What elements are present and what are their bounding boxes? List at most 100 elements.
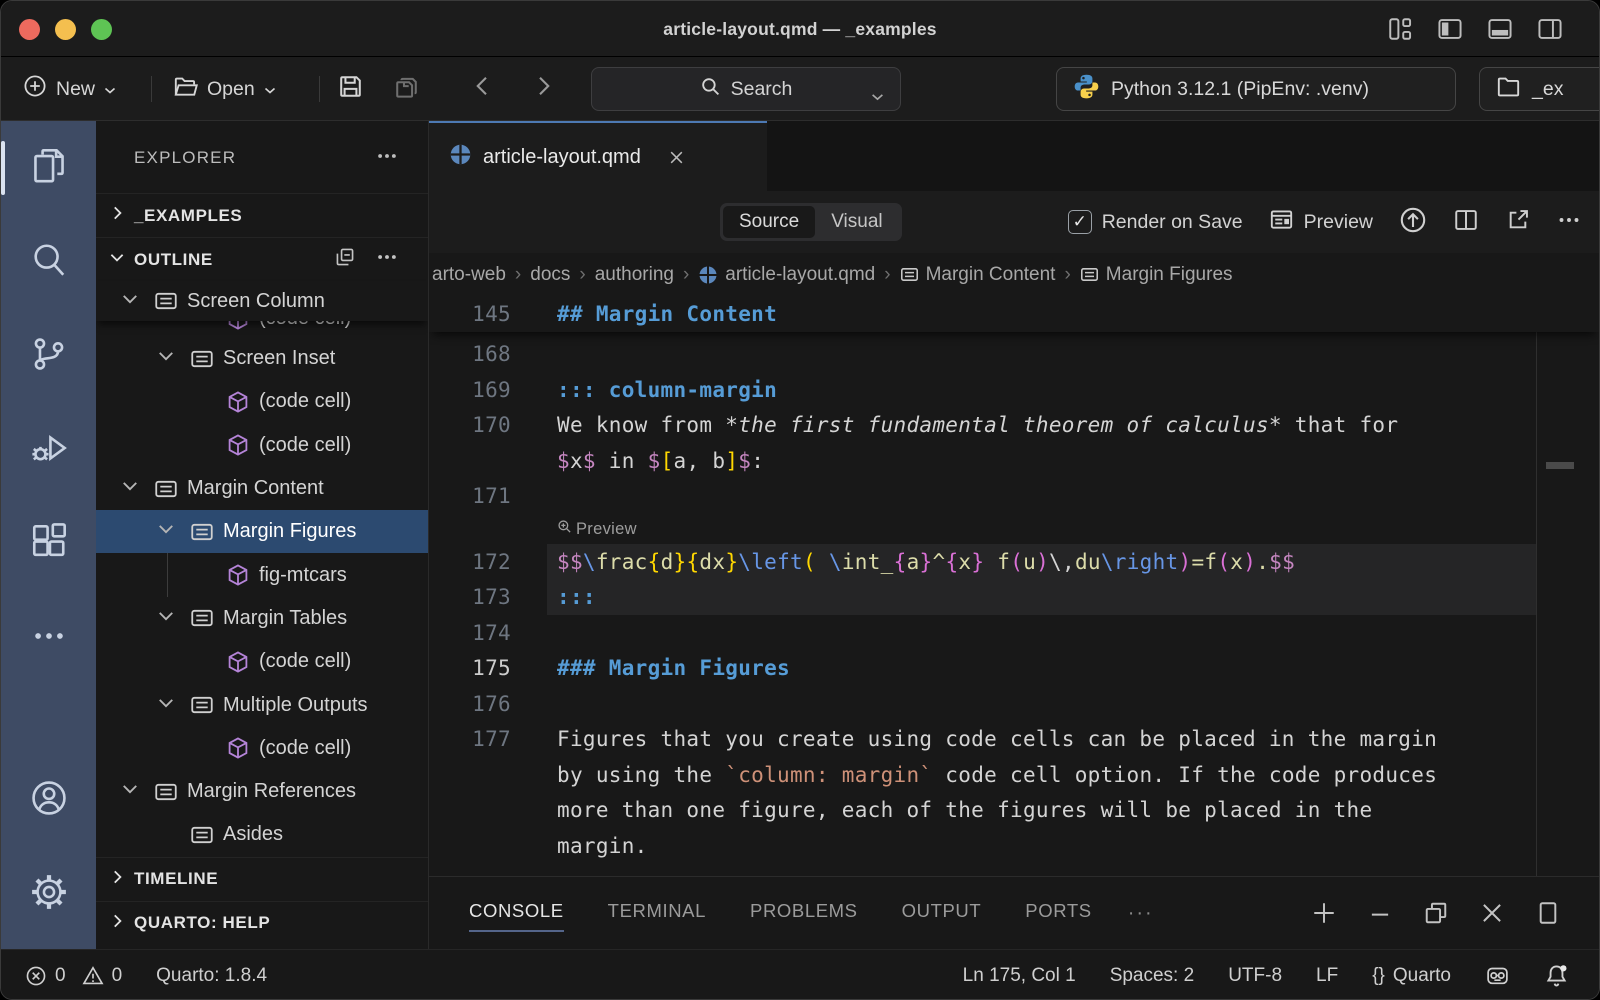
encoding-status[interactable]: UTF-8 bbox=[1228, 965, 1282, 987]
outline-item[interactable]: (code cell) bbox=[96, 727, 428, 770]
cursor-position-status[interactable]: Ln 175, Col 1 bbox=[963, 965, 1076, 987]
new-button[interactable]: New bbox=[23, 57, 116, 121]
save-all-button[interactable] bbox=[393, 57, 420, 121]
language-mode-status[interactable]: {} Quarto bbox=[1372, 965, 1451, 987]
math-preview-lens[interactable]: Preview bbox=[547, 519, 1536, 539]
outline-item[interactable]: Multiple Outputs bbox=[96, 683, 428, 726]
minimize-icon[interactable] bbox=[1367, 900, 1393, 926]
run-debug-icon bbox=[30, 429, 68, 472]
open-button[interactable]: Open bbox=[173, 57, 276, 121]
notifications-bell-icon[interactable] bbox=[1544, 963, 1569, 988]
activity-account[interactable] bbox=[1, 753, 96, 847]
outline-item[interactable]: (code cell) bbox=[96, 321, 428, 337]
toggle-secondary-sidebar-icon[interactable] bbox=[1537, 16, 1563, 42]
workspace-folder-button[interactable]: _ex bbox=[1479, 67, 1600, 111]
render-document-icon[interactable] bbox=[1399, 206, 1427, 239]
interpreter-selector[interactable]: Python 3.12.1 (PipEnv: .venv) bbox=[1056, 67, 1456, 111]
collapse-all-icon[interactable] bbox=[334, 246, 356, 273]
search-input[interactable]: Search bbox=[591, 67, 901, 111]
settings-icon bbox=[30, 873, 68, 916]
section-symbol-icon bbox=[154, 477, 178, 501]
problems-indicator[interactable]: 0 0 bbox=[25, 965, 122, 987]
open-external-icon[interactable] bbox=[1505, 207, 1531, 238]
line-number: 172 bbox=[429, 550, 547, 574]
outline-item[interactable]: fig-mtcars bbox=[96, 553, 428, 596]
sidebar-section-outline[interactable]: OUTLINE bbox=[96, 237, 428, 281]
code-editor[interactable]: 145## Margin Content168169::: column-mar… bbox=[429, 296, 1599, 876]
navigate-back-button[interactable] bbox=[471, 57, 495, 121]
breadcrumb-item[interactable]: arto-web bbox=[432, 264, 506, 286]
account-icon bbox=[30, 779, 68, 822]
activity-search[interactable] bbox=[1, 215, 96, 309]
save-button[interactable] bbox=[337, 57, 364, 121]
source-mode-button[interactable]: Source bbox=[723, 206, 815, 238]
outline-item[interactable]: (code cell) bbox=[96, 640, 428, 683]
titlebar: article-layout.qmd — _examples bbox=[1, 1, 1599, 57]
chevron-down-icon[interactable] bbox=[871, 85, 884, 108]
panel-tab-ports[interactable]: PORTS bbox=[1025, 894, 1091, 932]
outline-item[interactable]: Asides bbox=[96, 813, 428, 856]
code-line: $x$ in $[a, b]$: bbox=[429, 443, 1599, 479]
editor-tab-bar: article-layout.qmd bbox=[429, 121, 1599, 191]
sidebar-section-timeline[interactable]: TIMELINE bbox=[96, 857, 428, 901]
code-line: 174 bbox=[429, 615, 1599, 651]
close-tab-icon[interactable] bbox=[668, 149, 685, 166]
sidebar-section-examples[interactable]: _EXAMPLES bbox=[96, 193, 428, 237]
render-on-save-toggle[interactable]: ✓ Render on Save bbox=[1068, 210, 1243, 234]
breadcrumb-item[interactable]: docs bbox=[530, 264, 570, 286]
activity-extensions[interactable] bbox=[1, 497, 96, 591]
feedback-icon[interactable] bbox=[1485, 963, 1510, 988]
outline-item[interactable]: Margin References bbox=[96, 770, 428, 813]
section-symbol-icon bbox=[154, 780, 178, 804]
more-icon bbox=[30, 617, 68, 660]
activity-source-control[interactable] bbox=[1, 309, 96, 403]
code-line: 172$$\frac{d}{dx}\left( \int_{a}^{x} f(u… bbox=[429, 544, 1599, 580]
breadcrumb-item[interactable]: article-layout.qmd bbox=[698, 264, 875, 286]
split-editor-icon[interactable] bbox=[1453, 207, 1479, 238]
quarto-version-status[interactable]: Quarto: 1.8.4 bbox=[156, 965, 267, 987]
panel-tab-problems[interactable]: PROBLEMS bbox=[750, 894, 858, 932]
outline-item[interactable]: Margin Tables bbox=[96, 597, 428, 640]
more-actions-icon[interactable] bbox=[1557, 208, 1581, 237]
customize-layout-icon[interactable] bbox=[1387, 16, 1413, 42]
activity-files[interactable] bbox=[1, 121, 96, 215]
indentation-status[interactable]: Spaces: 2 bbox=[1110, 965, 1195, 987]
add-icon[interactable] bbox=[1311, 900, 1337, 926]
toggle-panel-icon[interactable] bbox=[1487, 16, 1513, 42]
outline-item[interactable]: Margin Content bbox=[96, 467, 428, 510]
visual-mode-button[interactable]: Visual bbox=[815, 206, 898, 238]
close-icon[interactable] bbox=[1479, 900, 1505, 926]
maximize-panel-icon[interactable] bbox=[1535, 900, 1561, 926]
activity-run-debug[interactable] bbox=[1, 403, 96, 497]
editor-scrollbar[interactable] bbox=[1536, 296, 1599, 876]
toggle-sidebar-icon[interactable] bbox=[1437, 16, 1463, 42]
panel-tab-terminal[interactable]: TERMINAL bbox=[608, 894, 706, 932]
line-number: 176 bbox=[429, 692, 547, 716]
outline-item[interactable]: (code cell) bbox=[96, 424, 428, 467]
panel-tab-output[interactable]: OUTPUT bbox=[902, 894, 982, 932]
code-line: 145## Margin Content bbox=[429, 296, 1599, 332]
editor-tab[interactable]: article-layout.qmd bbox=[429, 121, 767, 191]
section-symbol-icon bbox=[190, 347, 214, 371]
breadcrumb-item[interactable]: Margin Figures bbox=[1080, 264, 1233, 286]
outline-item[interactable]: Screen Column bbox=[96, 281, 428, 321]
breadcrumb-item[interactable]: Margin Content bbox=[900, 264, 1056, 286]
eol-status[interactable]: LF bbox=[1316, 965, 1338, 987]
sidebar-section-quarto-help[interactable]: QUARTO: HELP bbox=[96, 901, 428, 945]
more-actions-icon[interactable] bbox=[376, 246, 398, 273]
section-symbol-icon bbox=[190, 606, 214, 630]
activity-settings[interactable] bbox=[1, 847, 96, 941]
chevron-down-icon bbox=[156, 693, 176, 718]
navigate-forward-button[interactable] bbox=[531, 57, 555, 121]
more-actions-icon[interactable] bbox=[376, 145, 398, 172]
preview-button[interactable]: Preview bbox=[1269, 207, 1373, 238]
restore-icon[interactable] bbox=[1423, 900, 1449, 926]
activity-more[interactable] bbox=[1, 591, 96, 685]
outline-item[interactable]: (code cell) bbox=[96, 380, 428, 423]
breadcrumb-item[interactable]: authoring bbox=[595, 264, 674, 286]
more-panel-tabs-icon[interactable]: ··· bbox=[1128, 902, 1154, 925]
code-line: 169::: column-margin bbox=[429, 372, 1599, 408]
panel-tab-console[interactable]: CONSOLE bbox=[469, 894, 564, 932]
outline-item[interactable]: Screen Inset bbox=[96, 337, 428, 380]
outline-item[interactable]: Margin Figures bbox=[96, 510, 428, 553]
